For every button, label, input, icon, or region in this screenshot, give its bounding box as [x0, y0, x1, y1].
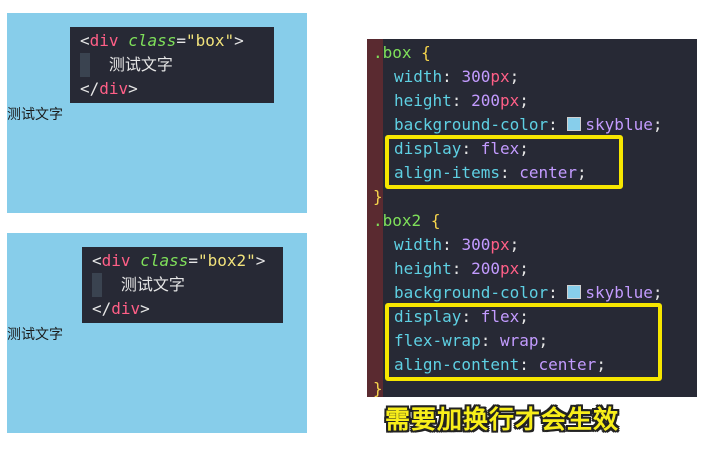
- code-line-width: width: 300px;: [394, 235, 520, 254]
- code-line-height: height: 200px;: [394, 91, 529, 110]
- highlight-box-align-content: [385, 303, 662, 381]
- highlight-box-align-items: [385, 135, 623, 189]
- color-swatch-icon: [567, 117, 582, 131]
- code-line-width: width: 300px;: [394, 67, 520, 86]
- demo-box-1: 测试文字 <div class="box"> 测试文字 </div>: [7, 13, 307, 213]
- html-snippet-box: <div class="box"> 测试文字 </div>: [70, 27, 274, 103]
- snippet-inner-line: 测试文字: [92, 273, 275, 297]
- color-swatch-icon: [567, 285, 582, 299]
- css-code-editor: .box { width: 300px; height: 200px; back…: [367, 39, 697, 397]
- snippet-close-line: </div>: [92, 299, 150, 318]
- snippet-open-line: <div class="box">: [80, 31, 244, 50]
- code-line-background: background-color: skyblue;: [394, 283, 663, 302]
- code-line-height: height: 200px;: [394, 259, 529, 278]
- html-snippet-box2: <div class="box2"> 测试文字 </div>: [82, 247, 283, 323]
- code-line-selector: .box {: [373, 43, 431, 62]
- demo-box-2: 测试文字 <div class="box2"> 测试文字 </div>: [7, 233, 307, 433]
- caption-note: 需要加换行才会生效: [385, 405, 620, 434]
- snippet-close-line: </div>: [80, 79, 138, 98]
- demo-box-text: 测试文字: [7, 327, 63, 343]
- snippet-open-line: <div class="box2">: [92, 251, 266, 270]
- code-line-selector: .box2 {: [373, 211, 441, 230]
- snippet-inner-line: 测试文字: [80, 53, 266, 77]
- code-line-background: background-color: skyblue;: [394, 115, 663, 134]
- demo-box-text: 测试文字: [7, 107, 63, 123]
